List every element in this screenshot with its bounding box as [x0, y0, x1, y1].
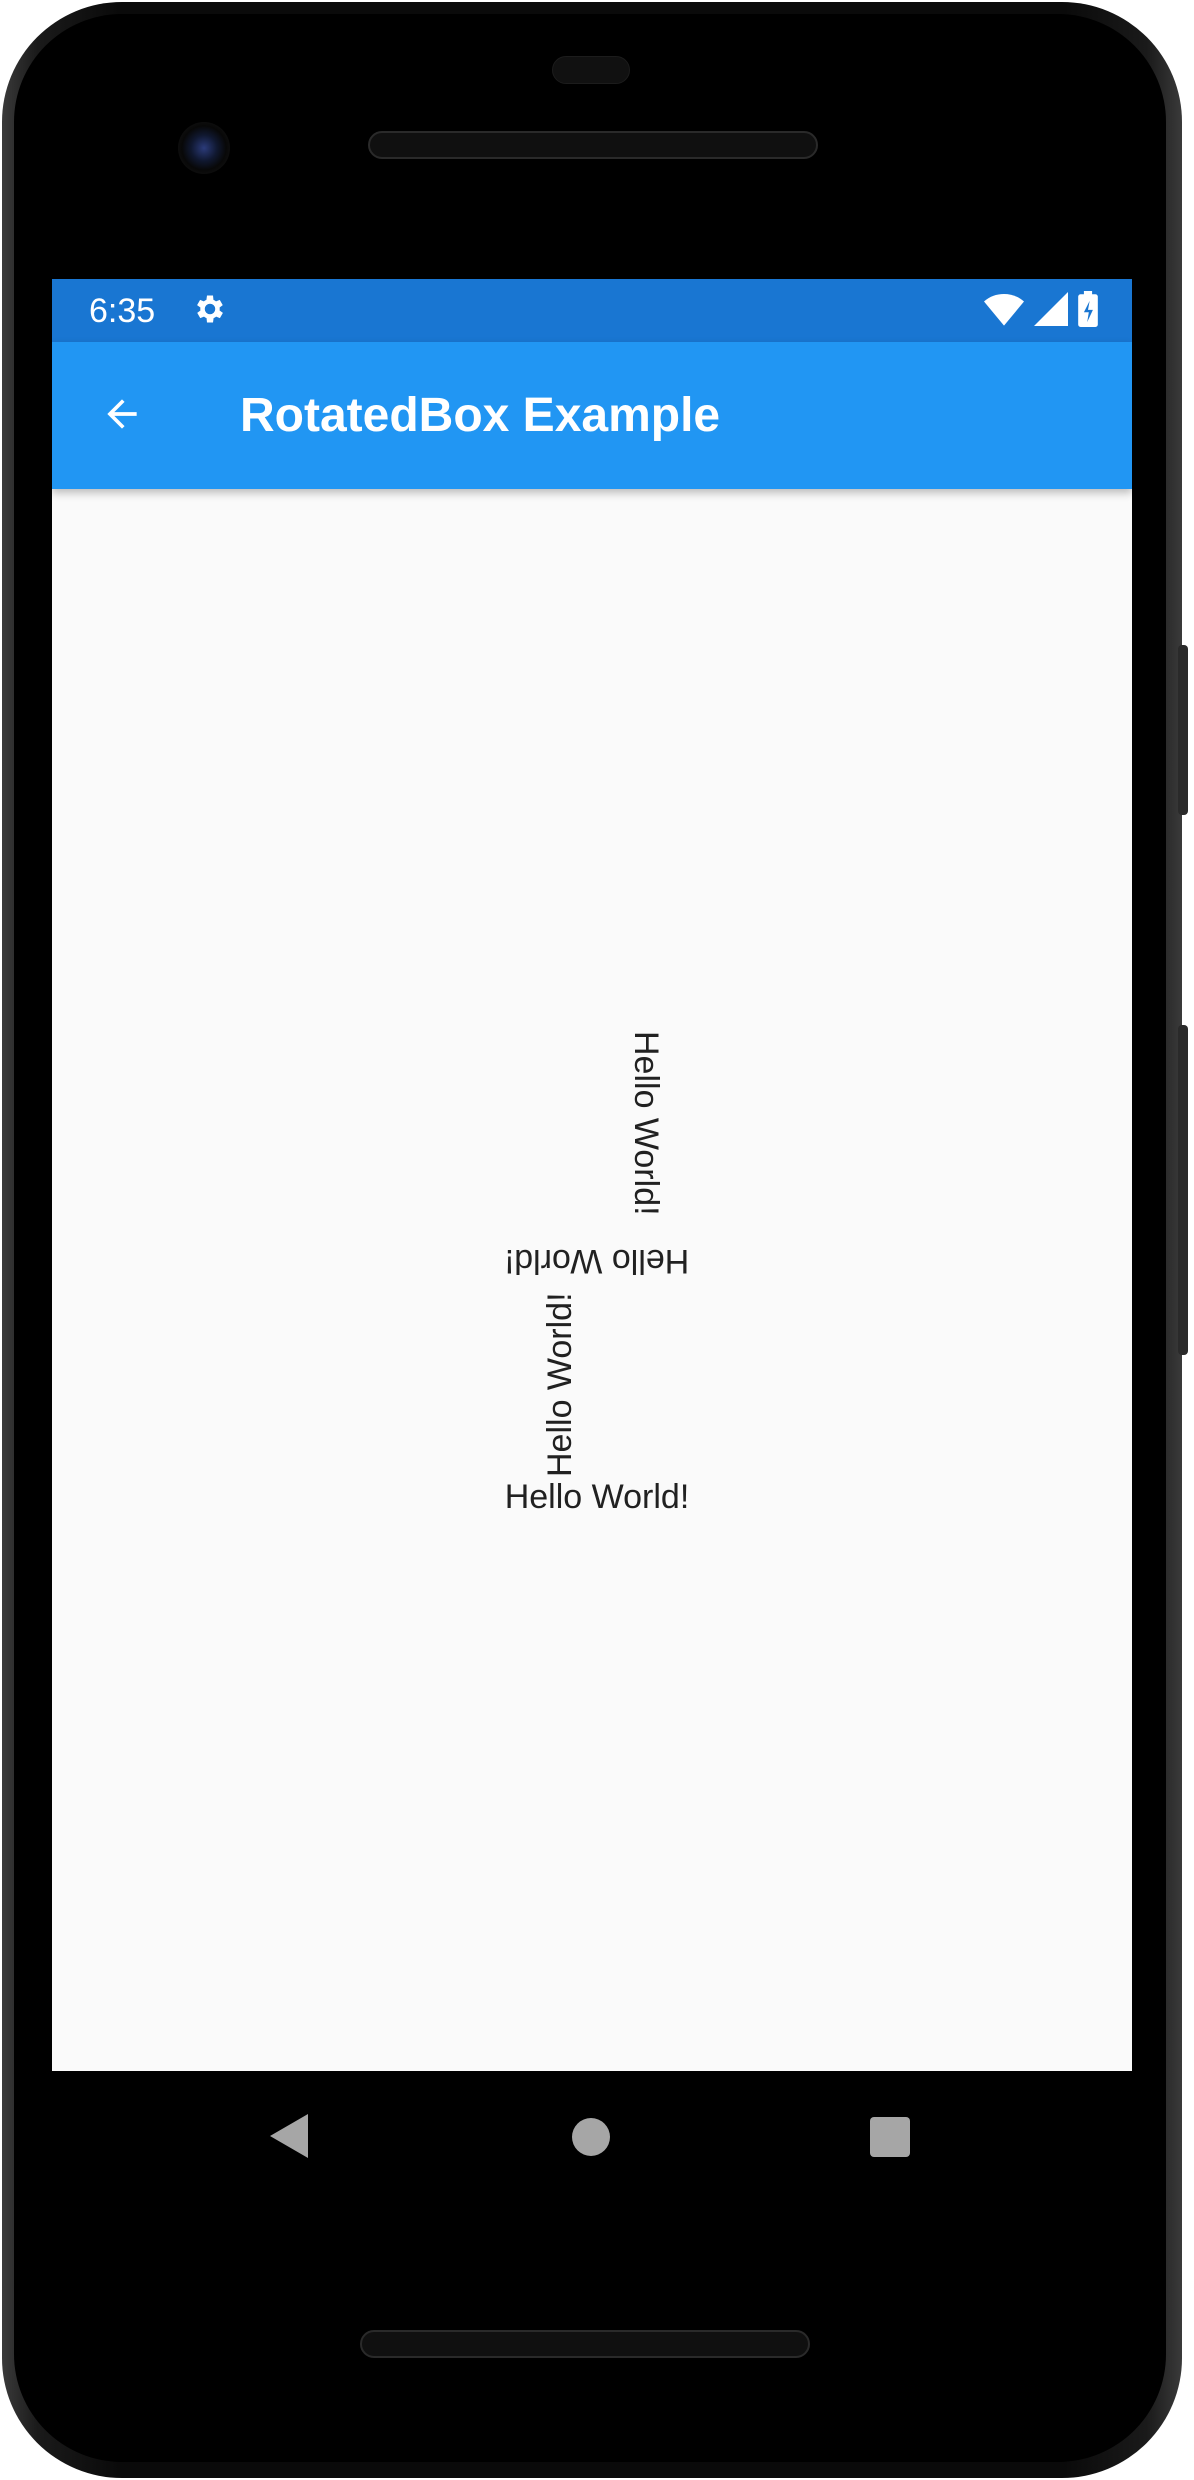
- gear-icon: [190, 291, 230, 331]
- bottom-speaker: [360, 2330, 810, 2358]
- hello-text-upright: Hello World!: [504, 1478, 690, 1516]
- status-icons: [984, 290, 1098, 332]
- proximity-sensor: [552, 56, 630, 84]
- wifi-icon: [984, 292, 1024, 331]
- page-title: RotatedBox Example: [240, 389, 721, 442]
- volume-button: [1178, 645, 1188, 815]
- phone-frame: 6:35 RotatedBox Example Hello World! Hel…: [0, 0, 1194, 2480]
- signal-icon: [1034, 291, 1068, 331]
- power-button: [1178, 1025, 1188, 1355]
- earpiece-speaker: [368, 131, 818, 159]
- screen: 6:35 RotatedBox Example Hello World! Hel…: [52, 279, 1132, 2071]
- back-button[interactable]: [92, 386, 152, 446]
- nav-home-icon[interactable]: [572, 2118, 610, 2156]
- hello-text-rotated-90: Hello World!: [627, 1031, 665, 1216]
- battery-charging-icon: [1078, 290, 1098, 332]
- nav-back-icon[interactable]: [270, 2114, 308, 2158]
- hello-text-rotated-270: Hello World!: [541, 1292, 579, 1477]
- nav-recents-icon[interactable]: [870, 2117, 910, 2157]
- status-time: 6:35: [89, 292, 156, 330]
- front-camera: [178, 122, 230, 174]
- hello-text-rotated-180: Hello World!: [504, 1242, 690, 1280]
- arrow-back-icon: [100, 392, 144, 441]
- app-bar: RotatedBox Example: [52, 342, 1132, 489]
- status-bar: 6:35: [52, 279, 1132, 342]
